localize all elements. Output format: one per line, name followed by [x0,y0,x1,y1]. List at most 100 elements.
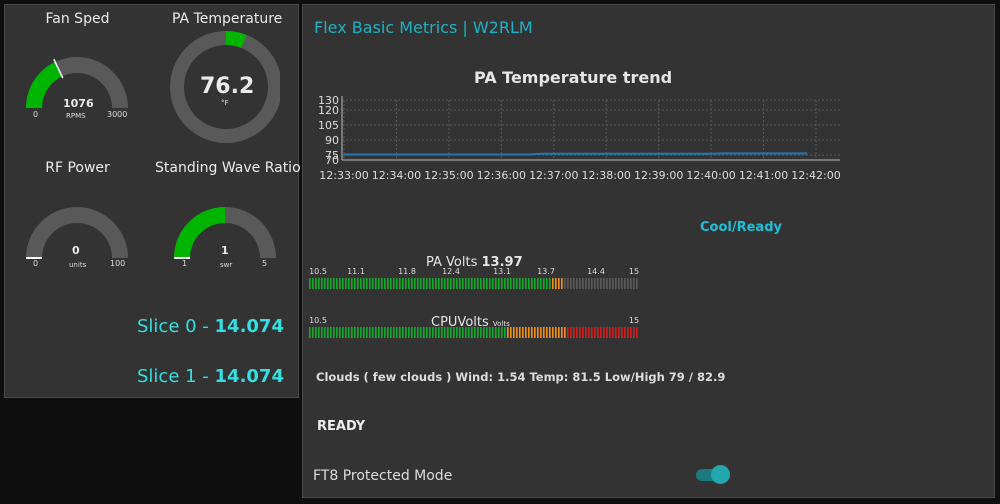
cpu-volts-meter-segment [570,327,572,338]
cpu-volts-meter-segment [519,327,521,338]
cpu-volts-meter-segment [579,327,581,338]
cpu-volts-meter-segment [447,327,449,338]
cpu-volts-meter-segment [342,327,344,338]
cpu-volts-meter-segment [336,327,338,338]
cpu-volts-meter-segment [468,327,470,338]
cpu-volts-meter-segment [408,327,410,338]
ft8-toggle-knob[interactable] [711,465,730,484]
cpu-volts-meter-segment [552,327,554,338]
cpu-volts-meter-segment [489,327,491,338]
cpu-volts-meter-segment [456,327,458,338]
cpu-volts-meter-segment [333,327,335,338]
cpu-volts-meter-segment [480,327,482,338]
cpu-volts-meter-segment [627,327,629,338]
cpu-volts-meter-segment [534,327,536,338]
cpu-volts-meter-segment [351,327,353,338]
cpu-volts-meter-tick-label: 10.5 [309,316,327,325]
cpu-volts-meter-segment [540,327,542,338]
cpu-volts-meter-segment [543,327,545,338]
cpu-volts-meter-segment [339,327,341,338]
cpu-volts-meter-segment [555,327,557,338]
cpu-volts-meter-segment [411,327,413,338]
cpu-volts-meter-segment [432,327,434,338]
cpu-volts-meter-segment [462,327,464,338]
cpu-volts-meter-segment [492,327,494,338]
cpu-volts-meter-segment [477,327,479,338]
cpu-volts-meter-segment [423,327,425,338]
cpu-volts-meter-segment [315,327,317,338]
cpu-volts-meter-segment [609,327,611,338]
cpu-volts-meter-segment [504,327,506,338]
cpu-volts-meter-segment [600,327,602,338]
cpu-volts-meter-segment [387,327,389,338]
cpu-volts-meter-segment [612,327,614,338]
cpu-volts-meter-segment [309,327,311,338]
cpu-volts-meter: 10.5 15 [309,316,639,338]
cpu-volts-meter-segment [357,327,359,338]
cpu-volts-meter-segment [549,327,551,338]
cpu-volts-meter-segment [630,327,632,338]
cpu-volts-meter-segment [465,327,467,338]
cpu-volts-meter-segment [474,327,476,338]
cpu-volts-meter-segment [393,327,395,338]
cpu-volts-meter-segment [399,327,401,338]
cpu-volts-meter-segment [531,327,533,338]
cpu-volts-meter-segment [483,327,485,338]
cpu-volts-meter-segment [372,327,374,338]
cpu-volts-meter-segment [615,327,617,338]
cpu-volts-meter-segment [633,327,635,338]
cpu-volts-meter-segment [396,327,398,338]
cpu-volts-meter-segment [366,327,368,338]
cpu-volts-meter-segment [354,327,356,338]
cpu-volts-meter-segment [537,327,539,338]
cpu-volts-meter-segment [582,327,584,338]
cpu-volts-meter-segment [507,327,509,338]
cpu-volts-meter-segment [417,327,419,338]
cpu-volts-meter-segment [603,327,605,338]
cpu-volts-meter-segment [594,327,596,338]
cpu-volts-meter-segment [441,327,443,338]
cpu-volts-meter-segment [321,327,323,338]
cpu-volts-meter-segment [516,327,518,338]
cpu-volts-meter-segment [576,327,578,338]
cpu-volts-meter-segment [636,327,638,338]
cpu-volts-meter-segment [522,327,524,338]
cpu-volts-meter-segment [450,327,452,338]
cpu-volts-meter-segment [585,327,587,338]
cpu-volts-meter-segment [318,327,320,338]
cpu-volts-meter-segment [510,327,512,338]
cpu-volts-meter-segment [435,327,437,338]
cpu-volts-meter-segment [621,327,623,338]
cpu-volts-meter-segment [378,327,380,338]
cpu-volts-meter-segment [528,327,530,338]
cpu-volts-meter-segment [486,327,488,338]
weather-text: Clouds ( few clouds ) Wind: 1.54 Temp: 8… [316,370,726,384]
cpu-volts-meter-segment [588,327,590,338]
cpu-volts-meter-segment [546,327,548,338]
cpu-volts-meter-segment [513,327,515,338]
ready-text: READY [317,419,366,434]
cpu-volts-meter-segment [312,327,314,338]
cpu-volts-meter-segment [426,327,428,338]
cpu-volts-meter-segment [606,327,608,338]
cpu-volts-meter-segment [414,327,416,338]
cpu-volts-meter-segment [438,327,440,338]
ft8-protected-mode-label: FT8 Protected Mode [313,468,453,484]
cpu-volts-meter-tick-label: 15 [629,316,639,325]
cpu-volts-meter-segment [501,327,503,338]
cpu-volts-meter-segment [390,327,392,338]
cpu-volts-meter-segment [324,327,326,338]
cpu-volts-meter-segment [327,327,329,338]
cpu-volts-meter-segment [567,327,569,338]
cpu-volts-meter-segment [591,327,593,338]
cpu-volts-meter-segment [498,327,500,338]
cpu-volts-meter-segment [381,327,383,338]
cpu-volts-meter-segment [405,327,407,338]
cpu-volts-meter-segment [453,327,455,338]
cpu-volts-meter-segment [363,327,365,338]
cpu-volts-meter-segment [360,327,362,338]
cpu-volts-meter-segment [495,327,497,338]
cpu-volts-meter-segment [564,327,566,338]
cpu-volts-meter-segment [597,327,599,338]
cpu-volts-meter-segment [624,327,626,338]
